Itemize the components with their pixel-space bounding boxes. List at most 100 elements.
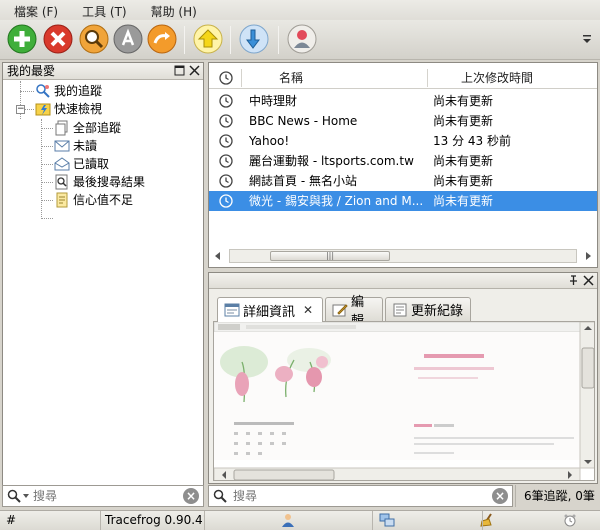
close-tab-icon[interactable]: ✕ (303, 303, 313, 317)
status-bar: # Tracefrog 0.90.41 (0, 510, 600, 530)
refresh-icon (239, 24, 269, 54)
clear-search-icon[interactable]: × (183, 488, 199, 504)
status-app-version: Tracefrog 0.90.41 (100, 511, 204, 530)
home-button[interactable] (192, 23, 224, 55)
refresh-button[interactable] (238, 23, 270, 55)
search-options-chevron-icon[interactable] (23, 494, 29, 498)
feed-modified: 尚未有更新 (433, 174, 494, 188)
detail-panel-titlebar (209, 273, 597, 289)
feed-modified: 尚未有更新 (433, 94, 494, 108)
tree-item-unread[interactable]: 未讀 (54, 137, 97, 155)
scroll-right-icon[interactable] (586, 252, 591, 260)
clear-search-icon[interactable]: × (492, 488, 508, 504)
windows-icon[interactable] (379, 513, 395, 527)
column-header-modified[interactable]: 上次修改時間 (461, 67, 533, 89)
feed-modified: 13 分 43 秒前 (433, 134, 511, 148)
find-button[interactable] (78, 23, 110, 55)
pin-icon[interactable] (568, 275, 579, 286)
favorites-panel-title: 我的最愛 (3, 63, 203, 80)
web-preview[interactable] (213, 321, 595, 481)
feed-row[interactable]: Yahoo! 13 分 43 秒前 (209, 131, 597, 151)
scroll-left-icon[interactable] (215, 252, 220, 260)
feed-row[interactable]: 麗台運動報 - ltsports.com.tw 尚未有更新 (209, 151, 597, 171)
feed-name: 麗台運動報 - ltsports.com.tw (249, 154, 414, 168)
feed-name: 微光 - 錫安與我 / Zion and M... (249, 194, 424, 208)
clock-icon (219, 71, 233, 85)
note-icon (56, 192, 68, 208)
text-button[interactable] (112, 23, 144, 55)
feed-name: 網誌首頁 - 無名小站 (249, 174, 357, 188)
feed-row[interactable]: 微光 - 錫安與我 / Zion and M... 尚未有更新 (209, 191, 597, 211)
clock-icon (219, 194, 233, 208)
tab-edit[interactable]: 編輯 (325, 295, 383, 329)
status-hash: # (6, 513, 17, 527)
profile-icon (287, 24, 317, 54)
documents-icon (55, 120, 68, 136)
clock-icon (219, 114, 233, 128)
webpage-thumbnail (214, 322, 594, 480)
open-envelope-icon (54, 157, 70, 171)
menu-help[interactable]: 幫助 (H) (151, 3, 197, 20)
feed-count-label: 6筆追蹤, 0筆 (515, 485, 600, 507)
collapse-toggle[interactable]: − (16, 105, 25, 114)
add-feed-button[interactable] (6, 23, 38, 55)
detail-tabs: 詳細資訊 ✕ 編輯 更新紀錄 (213, 295, 593, 329)
close-icon[interactable] (583, 275, 594, 286)
tree-item-all-feeds[interactable]: 全部追蹤 (54, 119, 121, 137)
clock-icon (219, 94, 233, 108)
search-icon[interactable] (213, 489, 227, 503)
feed-row[interactable]: 中時理財 尚未有更新 (209, 91, 597, 111)
column-header-name[interactable]: 名稱 (279, 67, 303, 89)
feed-list-hscrollbar[interactable]: ||| (229, 249, 577, 263)
toolbar-overflow-icon[interactable] (582, 33, 592, 45)
tree-item-last-search[interactable]: 最後搜尋結果 (54, 173, 145, 191)
search-icon (79, 24, 109, 54)
home-icon (193, 24, 223, 54)
tab-update-log[interactable]: 更新紀錄 (385, 297, 471, 321)
toolbar-separator (230, 26, 231, 54)
tree-item-read[interactable]: 已讀取 (54, 155, 109, 173)
favorites-panel: 我的最愛 − 我的追蹤 快速檢視 全部追蹤 未讀 已讀取 最後搜尋結果 信心值不… (2, 62, 204, 487)
tree-item-low-confidence[interactable]: 信心值不足 (54, 191, 133, 209)
tab-details[interactable]: 詳細資訊 ✕ (217, 297, 323, 322)
redo-icon (147, 24, 177, 54)
menu-file[interactable]: 檔案 (F) (14, 3, 58, 20)
log-icon (393, 303, 407, 316)
search-icon[interactable] (7, 489, 21, 503)
feed-name: Yahoo! (249, 134, 290, 148)
feed-modified: 尚未有更新 (433, 194, 494, 208)
restore-icon[interactable] (174, 65, 185, 76)
favorites-search-input[interactable] (33, 488, 173, 504)
tree-item-quick-view[interactable]: 快速檢視 (35, 100, 102, 118)
menu-bar: 檔案 (F) 工具 (T) 幫助 (H) (0, 0, 600, 22)
lightning-folder-icon (35, 103, 51, 116)
text-icon (113, 24, 143, 54)
add-icon (7, 24, 37, 54)
feed-modified: 尚未有更新 (433, 114, 494, 128)
delete-feed-button[interactable] (42, 23, 74, 55)
toolbar-separator (184, 26, 185, 54)
feed-search-input[interactable] (233, 488, 483, 504)
tree-item-my-feeds[interactable]: 我的追蹤 (35, 82, 102, 100)
menu-tools[interactable]: 工具 (T) (82, 3, 127, 20)
people-search-icon (36, 84, 50, 98)
feed-row[interactable]: BBC News - Home 尚未有更新 (209, 111, 597, 131)
scroll-thumb[interactable]: ||| (270, 251, 390, 261)
feed-list-panel: 名稱 上次修改時間 中時理財 尚未有更新 BBC News - Home 尚未有更新 Y… (208, 62, 598, 268)
close-icon[interactable] (189, 65, 200, 76)
detail-panel: 詳細資訊 ✕ 編輯 更新紀錄 (208, 272, 598, 484)
clock-icon (219, 134, 233, 148)
toolbar (0, 20, 600, 60)
feed-row[interactable]: 網誌首頁 - 無名小站 尚未有更新 (209, 171, 597, 191)
feed-name: BBC News - Home (249, 114, 358, 128)
toolbar-separator (278, 26, 279, 54)
edit-icon (332, 303, 348, 316)
favorites-title: 我的最愛 (7, 64, 56, 78)
favorites-tree: − 我的追蹤 快速檢視 全部追蹤 未讀 已讀取 最後搜尋結果 信心值不足 (3, 81, 203, 486)
alarm-clock-icon[interactable] (563, 513, 577, 527)
user-icon[interactable] (281, 513, 295, 527)
profile-button[interactable] (286, 23, 318, 55)
details-icon (224, 303, 240, 317)
redo-button[interactable] (146, 23, 178, 55)
search-document-icon (55, 174, 68, 190)
